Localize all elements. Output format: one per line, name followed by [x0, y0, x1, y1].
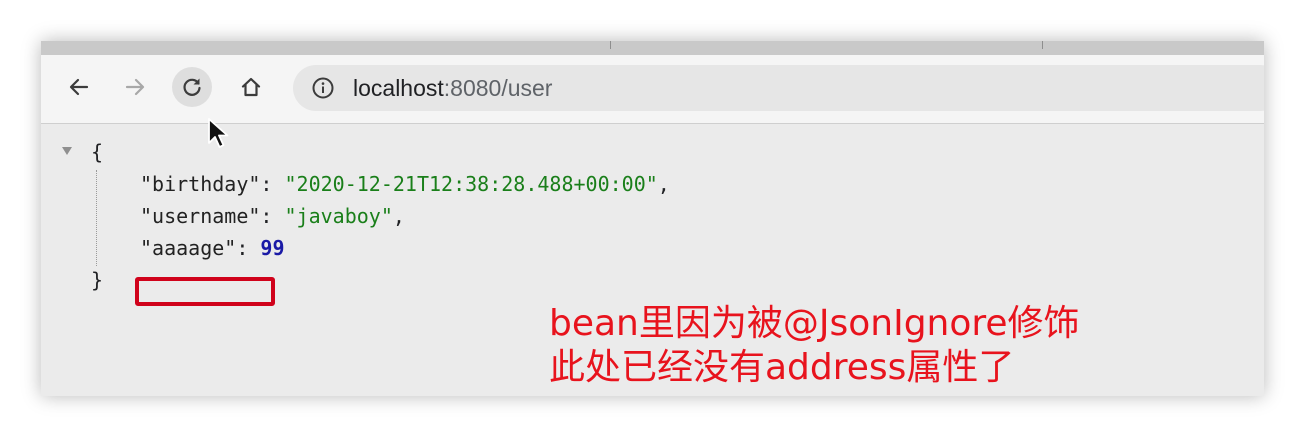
json-separator: : [236, 236, 261, 260]
home-button[interactable] [231, 67, 271, 107]
reload-button[interactable] [172, 67, 212, 107]
json-string-value: "javaboy" [284, 204, 393, 228]
annotation-line-1: bean里因为被@JsonIgnore修饰 [549, 303, 1080, 344]
collapse-triangle-icon[interactable] [61, 146, 73, 156]
annotation-line-2: 此处已经没有address属性了 [549, 347, 1015, 388]
json-key: "birthday" [140, 172, 261, 196]
json-entry: "birthday": "2020-12-21T12:38:28.488+00:… [140, 172, 670, 196]
json-close-brace: } [91, 268, 104, 292]
annotation-text: bean里因为被@JsonIgnore修饰 此处已经没有address属性了 [549, 302, 1080, 390]
json-indent-guide [96, 170, 97, 266]
info-icon[interactable] [311, 76, 335, 100]
json-separator: : [260, 204, 285, 228]
mouse-cursor-icon [208, 118, 229, 148]
browser-toolbar: localhost:8080/user [41, 55, 1264, 124]
tab-strip [41, 41, 1264, 55]
url-path: :8080/user [443, 75, 553, 101]
json-number-value: 99 [260, 236, 285, 260]
back-button[interactable] [59, 67, 99, 107]
url-text[interactable]: localhost:8080/user [353, 76, 552, 100]
json-separator: : [260, 172, 285, 196]
forward-button[interactable] [115, 67, 155, 107]
json-entry: "username": "javaboy", [140, 204, 405, 228]
json-string-value: "2020-12-21T12:38:28.488+00:00" [284, 172, 658, 196]
json-key: "username" [140, 204, 261, 228]
reload-icon [183, 78, 201, 96]
back-arrow-icon [69, 78, 89, 96]
address-bar[interactable]: localhost:8080/user [293, 65, 1264, 111]
json-key: "aaaage" [140, 236, 237, 260]
forward-arrow-icon [125, 78, 145, 96]
tab-separator [610, 41, 611, 49]
url-host: localhost [353, 75, 444, 101]
home-icon [241, 77, 261, 97]
json-entry: "aaaage": 99 [140, 236, 285, 260]
missing-field-highlight-box [135, 277, 275, 306]
json-comma: , [657, 172, 670, 196]
json-comma: , [392, 204, 405, 228]
tab-separator [1042, 41, 1043, 49]
json-open-brace: { [91, 140, 104, 164]
